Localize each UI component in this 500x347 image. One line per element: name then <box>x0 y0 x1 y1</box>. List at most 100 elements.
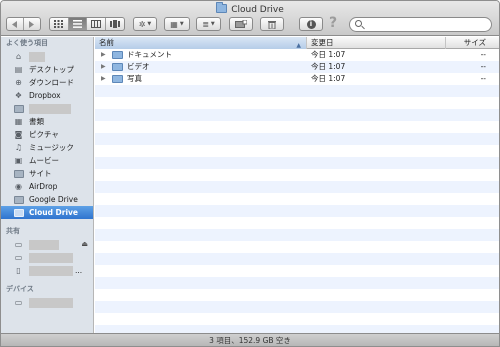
forward-button[interactable] <box>24 18 40 30</box>
sidebar-item-airdrop[interactable]: ◉ AirDrop <box>1 180 93 193</box>
column-date-header[interactable]: 変更日 <box>307 37 446 49</box>
search-field[interactable] <box>349 17 492 32</box>
gear-icon: ✲ <box>138 19 146 29</box>
table-row[interactable]: ▶ ビデオ 今日 1:07 -- <box>95 61 499 73</box>
action-button[interactable]: ✲ ▼ <box>134 18 156 30</box>
arrange-menu[interactable]: ▦ ▼ <box>164 17 190 31</box>
sidebar-item-home[interactable]: ⌂ <box>1 50 93 63</box>
column-size-label: サイズ <box>463 38 486 47</box>
sidebar-item-label: サイト <box>29 169 52 178</box>
nav-buttons <box>6 17 41 31</box>
sidebar-item-downloads[interactable]: ⊕ ダウンロード <box>1 76 93 89</box>
arrange-button[interactable]: ▦ ▼ <box>165 18 189 30</box>
column-date-label: 変更日 <box>311 38 334 47</box>
sidebar-item-shared[interactable]: ▭ <box>1 251 93 264</box>
file-name: ビデオ <box>127 62 150 71</box>
sidebar-item-pictures[interactable]: ◙ ピクチャ <box>1 128 93 141</box>
sidebar-item-device[interactable]: ▭ <box>1 296 93 309</box>
sidebar-item-cloud-drive[interactable]: Cloud Drive <box>1 206 93 219</box>
search-icon <box>355 20 362 27</box>
trash-button[interactable] <box>261 18 283 30</box>
back-button[interactable] <box>7 18 24 30</box>
disclosure-triangle-icon[interactable]: ▶ <box>101 73 106 85</box>
new-folder-button[interactable] <box>230 18 252 30</box>
chevron-down-icon: ▼ <box>179 21 184 27</box>
column-name-header[interactable]: 名前 ▲ <box>95 37 307 49</box>
file-date: 今日 1:07 <box>311 74 346 83</box>
sidebar-item-label: Google Drive <box>29 195 78 204</box>
trash-icon <box>268 20 276 29</box>
coverflow-view-button[interactable] <box>106 18 124 30</box>
file-list: 名前 ▲ 変更日 サイズ ▶ ドキュメント 今日 1:07 -- ▶ ビデオ 今… <box>95 37 499 333</box>
downloads-icon: ⊕ <box>15 78 22 87</box>
music-icon: ♫ <box>14 143 23 152</box>
sidebar-item-label: ダウンロード <box>29 78 74 87</box>
share-menu[interactable]: ≣ ▼ <box>196 17 221 31</box>
icon-view-icon <box>54 20 64 28</box>
info-icon: i <box>306 19 316 29</box>
window-title-text: Cloud Drive <box>231 5 284 15</box>
title-toolbar: Cloud Drive ✲ ▼ ▦ ▼ ≣ ▼ i ? <box>1 1 499 36</box>
list-view-button[interactable] <box>68 18 87 30</box>
sidebar-item-shared[interactable]: ▭ ⏏ <box>1 238 93 251</box>
sidebar-item-dropbox[interactable]: ❖ Dropbox <box>1 89 93 102</box>
sidebar-item-label: ... <box>75 266 83 275</box>
chevron-down-icon: ▼ <box>210 21 215 27</box>
folder-icon <box>13 208 24 217</box>
sidebar-item-sites[interactable]: サイト <box>1 167 93 180</box>
folder-icon <box>13 195 24 204</box>
info-group: i <box>299 17 323 31</box>
desktop-icon: ▤ <box>14 65 23 74</box>
sidebar-item-movies[interactable]: ▣ ムービー <box>1 154 93 167</box>
status-bar: 3 項目、152.9 GB 空き <box>1 333 499 346</box>
pictures-icon: ◙ <box>14 130 23 139</box>
new-folder-group <box>229 17 253 31</box>
sidebar: よく使う項目 ⌂ ▤ デスクトップ ⊕ ダウンロード ❖ Dropbox ▦ 書… <box>1 37 94 333</box>
sidebar-item-shared[interactable]: ▯ ... <box>1 264 93 277</box>
sidebar-item-desktop[interactable]: ▤ デスクトップ <box>1 63 93 76</box>
new-folder-icon <box>235 20 247 28</box>
column-view-icon <box>90 20 101 28</box>
dropbox-icon: ❖ <box>14 91 23 100</box>
column-view-button[interactable] <box>87 18 106 30</box>
file-name: 写真 <box>127 74 142 83</box>
sidebar-item-music[interactable]: ♫ ミュージック <box>1 141 93 154</box>
chevron-down-icon: ▼ <box>147 21 152 27</box>
redacted-label <box>29 103 71 114</box>
column-size-header[interactable]: サイズ <box>446 37 499 49</box>
redacted-label <box>29 51 45 62</box>
sidebar-item-label: Dropbox <box>29 91 61 100</box>
share-button[interactable]: ≣ ▼ <box>197 18 220 30</box>
file-rows: ▶ ドキュメント 今日 1:07 -- ▶ ビデオ 今日 1:07 -- ▶ 写… <box>95 49 499 333</box>
eject-icon[interactable]: ⏏ <box>81 238 88 251</box>
table-row[interactable]: ▶ 写真 今日 1:07 -- <box>95 73 499 85</box>
monitor-icon: ▭ <box>14 298 23 307</box>
sidebar-item-documents[interactable]: ▦ 書類 <box>1 115 93 128</box>
search-input[interactable] <box>366 19 486 30</box>
forward-arrow-icon <box>28 20 34 28</box>
column-name-label: 名前 <box>99 38 114 47</box>
disclosure-triangle-icon[interactable]: ▶ <box>101 49 106 61</box>
icon-view-button[interactable] <box>50 18 69 30</box>
redacted-label <box>29 265 73 276</box>
home-icon: ⌂ <box>15 52 22 61</box>
folder-icon <box>112 51 123 59</box>
sidebar-item-label: AirDrop <box>29 182 58 191</box>
sidebar-item-label: ミュージック <box>29 143 74 152</box>
table-row[interactable]: ▶ ドキュメント 今日 1:07 -- <box>95 49 499 61</box>
folder-icon <box>216 2 228 13</box>
sidebar-item-label: ピクチャ <box>29 130 59 139</box>
shared-header: 共有 <box>6 227 20 235</box>
action-menu[interactable]: ✲ ▼ <box>133 17 157 31</box>
sidebar-item-user-folder[interactable] <box>1 102 93 115</box>
list-icon: ≣ <box>202 19 209 29</box>
monitor-icon: ▭ <box>14 240 23 249</box>
redacted-label <box>29 252 73 263</box>
folder-icon <box>13 104 24 113</box>
favorites-header: よく使う項目 <box>6 39 48 47</box>
get-info-button[interactable]: i <box>300 18 322 30</box>
help-icon[interactable]: ? <box>329 15 337 31</box>
disclosure-triangle-icon[interactable]: ▶ <box>101 61 106 73</box>
back-arrow-icon <box>11 20 17 28</box>
sidebar-item-google-drive[interactable]: Google Drive <box>1 193 93 206</box>
